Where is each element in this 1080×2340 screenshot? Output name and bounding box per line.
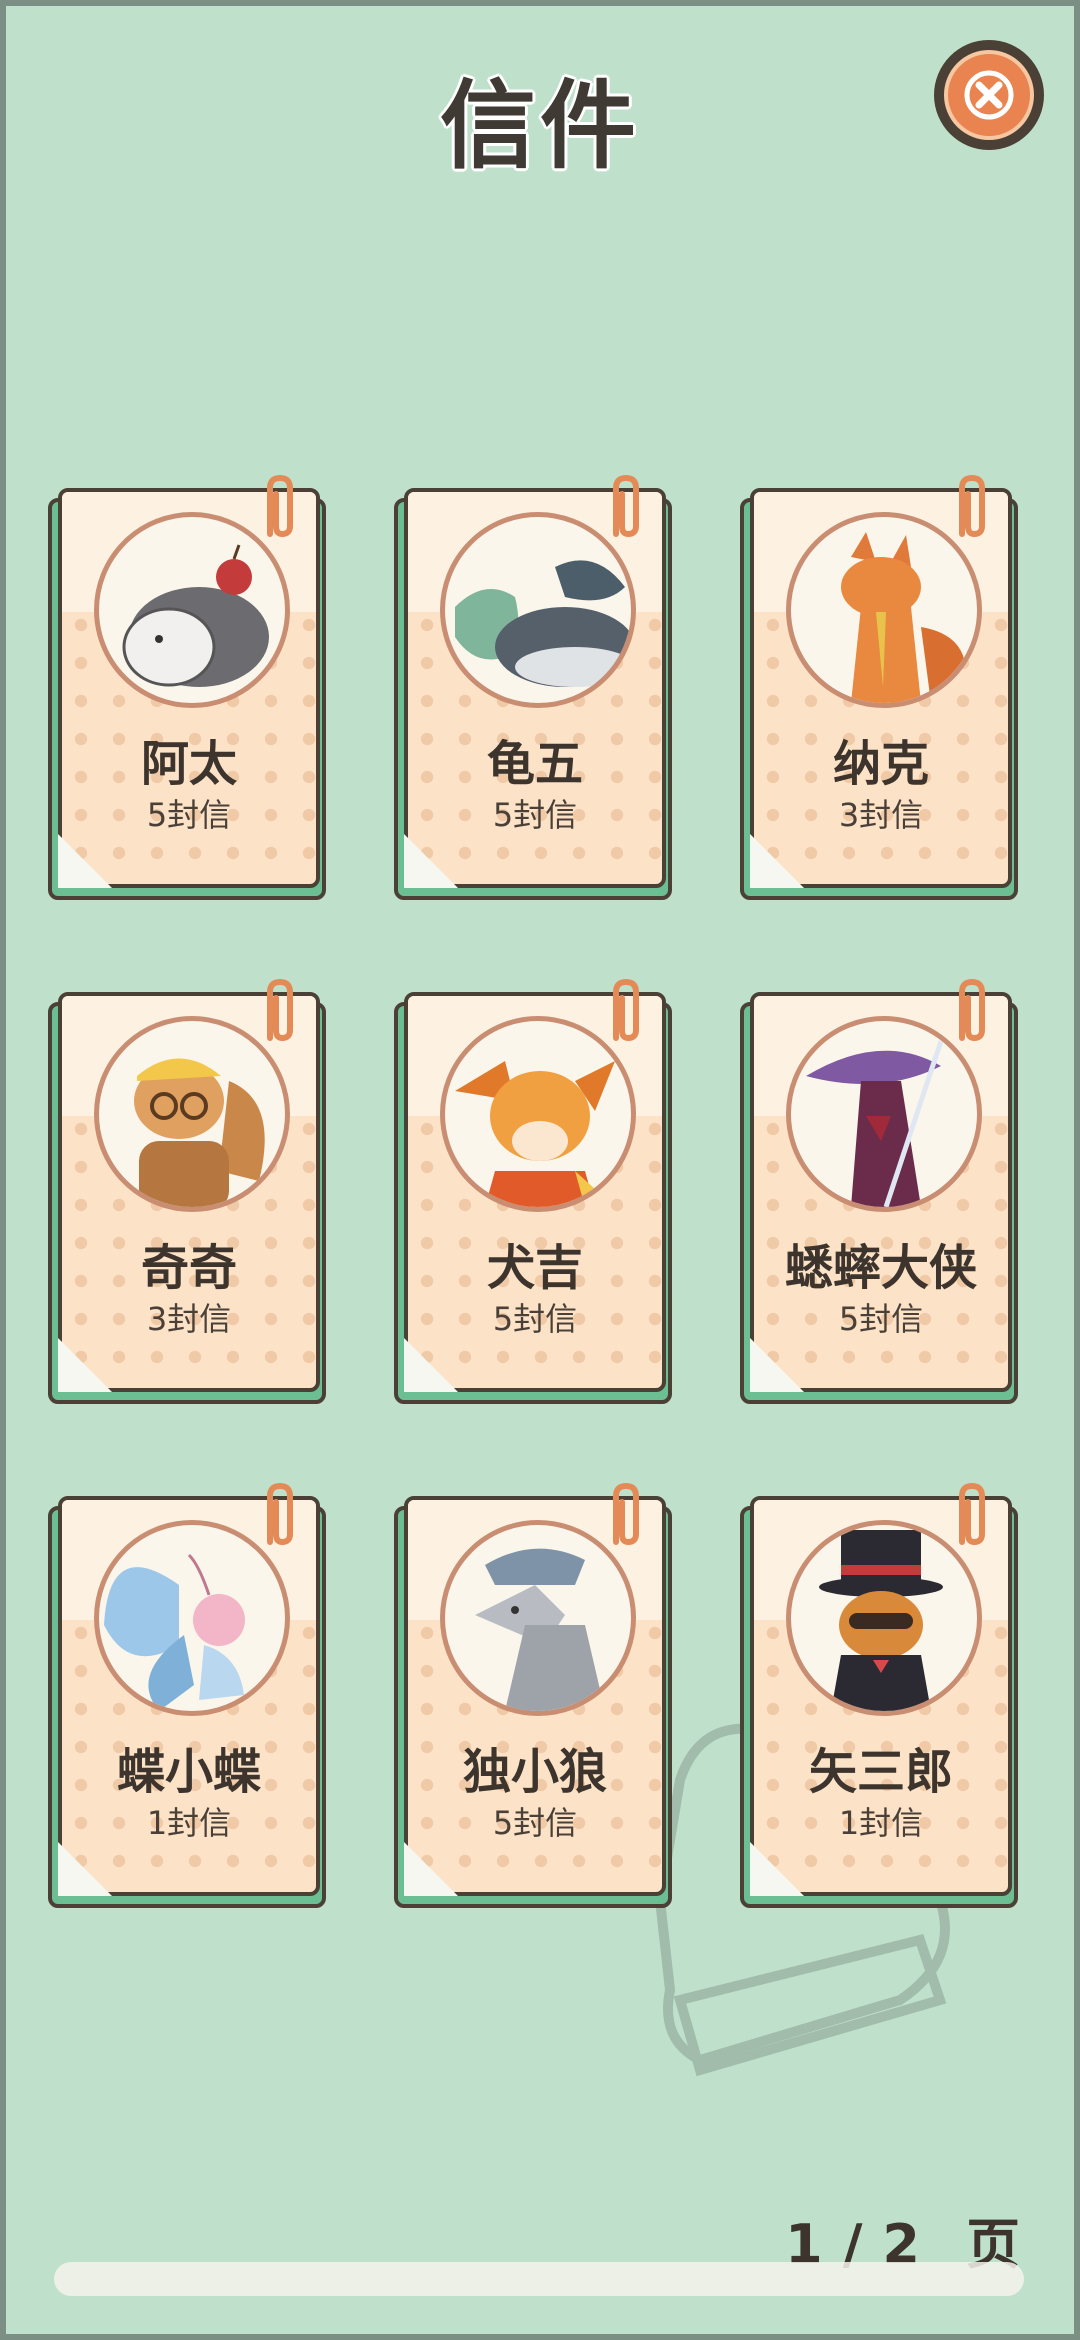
paperclip-icon	[959, 474, 985, 538]
letter-count: 1封信	[838, 1804, 924, 1842]
character-name: 蟋蟀大侠	[784, 1240, 977, 1296]
letter-card-nake[interactable]: 纳克 3封信	[740, 474, 1022, 904]
letter-count: 5封信	[492, 1300, 578, 1338]
letter-count: 3封信	[146, 1300, 232, 1338]
paperclip-icon	[959, 978, 985, 1042]
turtle-icon	[440, 512, 636, 708]
letter-card-atai[interactable]: 阿太 5封信	[48, 474, 330, 904]
paperclip-icon	[959, 1482, 985, 1546]
letter-count: 5封信	[492, 1804, 578, 1842]
page-fold-icon	[404, 1338, 458, 1392]
page-fold-icon	[404, 1842, 458, 1896]
page-fold-icon	[750, 1338, 804, 1392]
letter-count: 5封信	[838, 1300, 924, 1338]
wolf-icon	[440, 1520, 636, 1716]
fox-icon	[786, 512, 982, 708]
paperclip-icon	[267, 1482, 293, 1546]
letter-card-quanji[interactable]: 犬吉 5封信	[394, 978, 676, 1408]
page-fold-icon	[58, 1842, 112, 1896]
character-name: 阿太	[140, 736, 237, 792]
letter-card-shisanlang[interactable]: 矢三郎 1封信	[740, 1482, 1022, 1912]
paperclip-icon	[267, 474, 293, 538]
character-name: 矢三郎	[808, 1744, 953, 1800]
character-name: 独小狼	[462, 1744, 607, 1800]
character-name: 纳克	[832, 736, 929, 792]
paperclip-icon	[613, 474, 639, 538]
page-fold-icon	[750, 1842, 804, 1896]
letter-card-xishuaidaxia[interactable]: 蟋蟀大侠 5封信	[740, 978, 1022, 1408]
character-name: 龟五	[486, 736, 583, 792]
letter-card-qiqi[interactable]: 奇奇 3封信	[48, 978, 330, 1408]
paperclip-icon	[613, 1482, 639, 1546]
character-name: 犬吉	[486, 1240, 583, 1296]
paperclip-icon	[267, 978, 293, 1042]
close-button[interactable]	[934, 40, 1044, 150]
dog-icon	[440, 1016, 636, 1212]
cricket-swordsman-icon	[786, 1016, 982, 1212]
hedgehog-icon	[94, 512, 290, 708]
character-name: 蝶小蝶	[116, 1744, 261, 1800]
bottom-scroll-bar[interactable]	[54, 2262, 1024, 2296]
page-title: 信件	[440, 70, 640, 182]
page-fold-icon	[750, 834, 804, 888]
letter-count: 3封信	[838, 796, 924, 834]
paperclip-icon	[613, 978, 639, 1042]
character-name: 奇奇	[140, 1240, 237, 1296]
page-fold-icon	[58, 834, 112, 888]
letter-count: 5封信	[146, 796, 232, 834]
page-fold-icon	[58, 1338, 112, 1392]
letter-card-diexiaodie[interactable]: 蝶小蝶 1封信	[48, 1482, 330, 1912]
letter-card-duxiaolang[interactable]: 独小狼 5封信	[394, 1482, 676, 1912]
butterfly-icon	[94, 1520, 290, 1716]
raccoon-tophat-icon	[786, 1520, 982, 1716]
letter-count: 1封信	[146, 1804, 232, 1842]
letter-card-guiwu[interactable]: 龟五 5封信	[394, 474, 676, 904]
close-icon[interactable]	[949, 55, 1029, 135]
squirrel-icon	[94, 1016, 290, 1212]
page-fold-icon	[404, 834, 458, 888]
letter-count: 5封信	[492, 796, 578, 834]
